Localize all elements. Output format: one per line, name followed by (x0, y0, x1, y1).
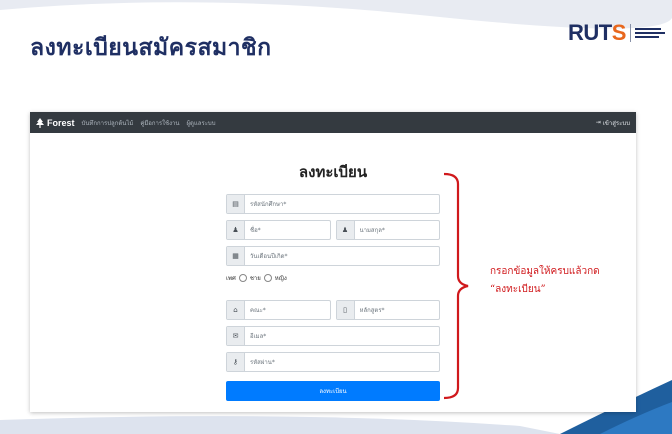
rmutsv-logo: RUTS (568, 20, 665, 46)
email-input[interactable] (245, 327, 439, 345)
slide-title: ลงทะเบียนสมัครสมาชิก (30, 34, 272, 61)
id-card-icon: ▤ (227, 195, 245, 213)
register-button[interactable]: ลงทะเบียน (226, 381, 440, 401)
gender-male-radio[interactable] (238, 274, 247, 282)
gender-male-label: ชาย (249, 275, 261, 282)
nav-link-planting-record[interactable]: บันทึกการปลูกต้นไม้ (82, 118, 134, 128)
last-name-input[interactable] (354, 221, 439, 239)
bank-icon: ⌂ (227, 301, 245, 319)
envelope-icon: ✉ (227, 327, 245, 345)
annotation-line-1: กรอกข้อมูลให้ครบแล้วกด (490, 266, 600, 277)
brand-name: Forest (47, 117, 75, 128)
logo-text: RUTS (568, 20, 626, 45)
login-link[interactable]: ⇥ เข้าสู่ระบบ (596, 118, 630, 128)
annotation-text: กรอกข้อมูลให้ครบแล้วกด “ลงทะเบียน” (490, 263, 600, 299)
faculty-group: ⌂ (226, 300, 331, 320)
login-icon: ⇥ (595, 120, 601, 126)
email-group: ✉ (226, 326, 440, 346)
first-name-input[interactable] (245, 221, 330, 239)
registration-form: ลงทะเบียน ▤ ♟ ♟ ▦ เพศ (226, 160, 440, 401)
student-id-input[interactable] (245, 195, 439, 213)
annotation-line-2: “ลงทะเบียน” (490, 284, 546, 295)
program-input[interactable] (354, 301, 439, 319)
birthdate-group: ▦ (226, 246, 440, 266)
gender-female-radio[interactable] (263, 274, 272, 282)
gender-female-label: หญิง (274, 275, 287, 282)
logo-divider (629, 24, 631, 42)
user-icon: ♟ (227, 221, 245, 239)
book-icon: ▯ (336, 301, 355, 319)
password-input[interactable] (245, 353, 439, 371)
calendar-icon: ▦ (227, 247, 245, 265)
user-icon: ♟ (336, 221, 355, 239)
nav-link-manual[interactable]: คู่มือการใช้งาน (140, 118, 179, 128)
logo-subtext (634, 28, 665, 38)
navbar: Forest บันทึกการปลูกต้นไม้ คู่มือการใช้ง… (30, 112, 636, 133)
gender-selector: เพศ ชาย หญิง (226, 272, 440, 284)
first-name-group: ♟ (226, 220, 331, 240)
student-id-group: ▤ (226, 194, 440, 214)
faculty-input[interactable] (245, 301, 330, 319)
key-icon: ⚷ (227, 353, 245, 371)
password-group: ⚷ (226, 352, 440, 372)
last-name-group: ♟ (335, 220, 440, 240)
gender-label: เพศ (226, 275, 236, 282)
form-title: ลงทะเบียน (298, 163, 368, 181)
annotation-bracket (443, 172, 469, 400)
web-page-screenshot: Forest บันทึกการปลูกต้นไม้ คู่มือการใช้ง… (30, 112, 636, 412)
tree-icon (36, 117, 44, 128)
birthdate-input[interactable] (245, 247, 439, 265)
brand-link[interactable]: Forest (36, 117, 75, 128)
nav-link-admin[interactable]: ผู้ดูแลระบบ (187, 118, 216, 128)
program-group: ▯ (335, 300, 440, 320)
